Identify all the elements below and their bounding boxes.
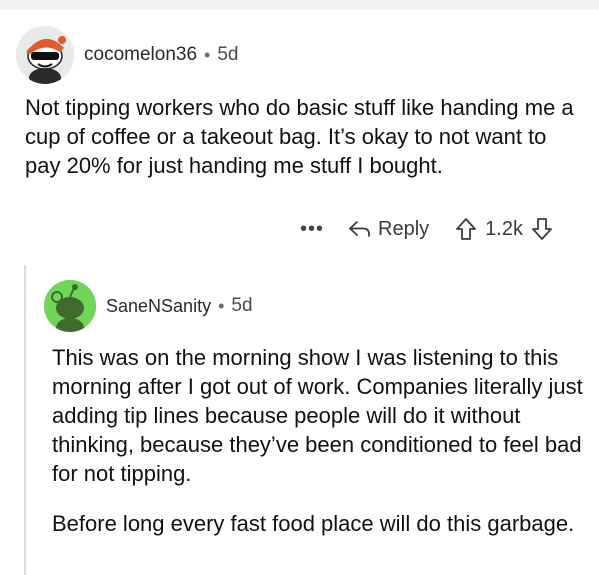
- thread-line[interactable]: [24, 265, 26, 575]
- separator-dot: •: [204, 44, 211, 65]
- more-options-button[interactable]: •••: [300, 218, 324, 241]
- reply-button[interactable]: Reply: [348, 218, 429, 241]
- snoo-avatar-icon: [16, 26, 74, 84]
- reply-arrow-icon: [349, 221, 370, 237]
- vote-score: 1.2k: [485, 217, 523, 240]
- reply-label: Reply: [378, 217, 430, 240]
- comment-age: 5d: [217, 44, 239, 65]
- comment-username[interactable]: cocomelon36: [84, 44, 197, 66]
- comment-header: cocomelon36 • 5d: [16, 26, 238, 84]
- downvote-arrow-icon[interactable]: [531, 217, 553, 241]
- comment-body-paragraph: Before long every fast food place will d…: [52, 511, 575, 536]
- comment-username[interactable]: SaneNSanity: [106, 296, 211, 317]
- user-avatar[interactable]: [44, 280, 96, 332]
- comment-body-paragraph: This was on the morning show I was liste…: [52, 345, 583, 486]
- reply-comment-header: SaneNSanity • 5d: [44, 280, 253, 332]
- user-avatar[interactable]: [16, 26, 74, 84]
- snoo-avatar-icon: [44, 280, 96, 332]
- vote-controls: 1.2k: [455, 217, 553, 241]
- comment-body: Not tipping workers who do basic stuff l…: [25, 95, 574, 178]
- upvote-arrow-icon[interactable]: [455, 217, 477, 241]
- separator-dot: •: [218, 295, 225, 316]
- comment-actions: ••• Reply 1.2k: [300, 217, 553, 241]
- top-divider: [0, 0, 599, 10]
- comment-age: 5d: [231, 295, 253, 316]
